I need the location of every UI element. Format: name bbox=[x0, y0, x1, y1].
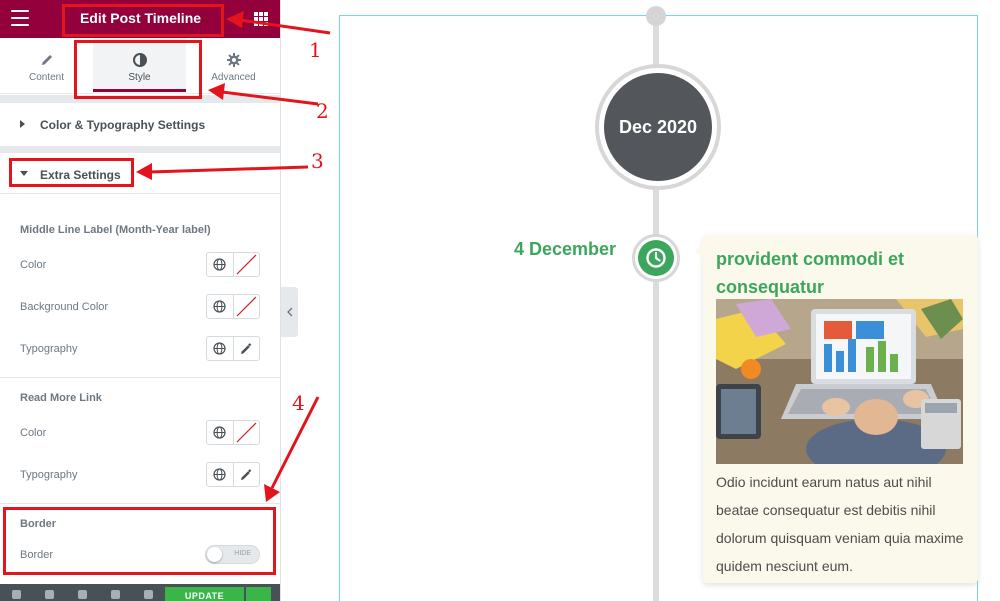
middle-line-color-label: Color bbox=[20, 259, 47, 271]
read-more-typography-control bbox=[206, 462, 260, 487]
global-colors-icon[interactable] bbox=[207, 421, 233, 444]
middle-line-typography-control bbox=[206, 336, 260, 361]
timeline-node bbox=[632, 234, 680, 282]
read-more-color-control bbox=[206, 420, 260, 445]
settings-icon[interactable] bbox=[12, 590, 21, 599]
edit-pencil-icon[interactable] bbox=[232, 337, 259, 360]
annotation-box-3 bbox=[9, 158, 134, 187]
post-card: provident commodi et consequatur Odio in… bbox=[695, 235, 978, 583]
divider bbox=[0, 193, 280, 194]
pencil-icon bbox=[41, 55, 52, 65]
global-fonts-icon[interactable] bbox=[207, 463, 233, 486]
tab-content-label: Content bbox=[28, 72, 65, 83]
divider bbox=[0, 503, 280, 504]
preview-eye-icon[interactable] bbox=[144, 590, 153, 599]
read-more-heading: Read More Link bbox=[20, 392, 102, 404]
edit-pencil-icon[interactable] bbox=[232, 463, 259, 486]
annotation-box-2 bbox=[74, 40, 202, 99]
annotation-number-3: 3 bbox=[311, 149, 324, 173]
middle-line-label-heading: Middle Line Label (Month-Year label) bbox=[20, 224, 211, 236]
panel-footer: UPDATE bbox=[0, 584, 280, 601]
clock-icon bbox=[638, 240, 674, 276]
month-year-text: Dec 2020 bbox=[604, 73, 712, 181]
color-picker-empty-swatch[interactable] bbox=[232, 253, 259, 276]
tab-advanced-label: Advanced bbox=[211, 72, 256, 83]
middle-line-typography-label: Typography bbox=[20, 343, 78, 355]
save-options-button[interactable] bbox=[246, 587, 271, 601]
read-more-typography-label: Typography bbox=[20, 469, 78, 481]
global-fonts-icon[interactable] bbox=[207, 337, 233, 360]
caret-right-icon bbox=[20, 120, 25, 128]
update-button[interactable]: UPDATE bbox=[165, 587, 244, 601]
collapse-panel-button[interactable] bbox=[281, 287, 298, 337]
global-colors-icon[interactable] bbox=[207, 295, 233, 318]
post-date-label: 4 December bbox=[514, 239, 617, 259]
chevron-left-icon bbox=[286, 307, 292, 317]
month-year-label: Dec 2020 bbox=[595, 64, 721, 190]
section-color-typography-label: Color & Typography Settings bbox=[40, 118, 206, 132]
navigator-icon[interactable] bbox=[45, 590, 54, 599]
gear-icon bbox=[226, 53, 241, 67]
widgets-grid-icon[interactable] bbox=[254, 12, 268, 26]
global-colors-icon[interactable] bbox=[207, 253, 233, 276]
color-picker-empty-swatch[interactable] bbox=[232, 295, 259, 318]
history-icon[interactable] bbox=[78, 590, 87, 599]
color-picker-empty-swatch[interactable] bbox=[232, 421, 259, 444]
read-more-color-label: Color bbox=[20, 427, 47, 439]
section-color-typography[interactable]: Color & Typography Settings bbox=[0, 103, 280, 146]
annotation-box-4 bbox=[3, 507, 276, 575]
middle-line-bg-color-label: Background Color bbox=[20, 301, 109, 313]
post-title-link[interactable]: provident commodi et consequatur bbox=[716, 245, 966, 301]
post-featured-image[interactable] bbox=[716, 299, 963, 464]
annotation-box-1 bbox=[62, 4, 224, 37]
annotation-number-4: 4 bbox=[292, 391, 305, 415]
middle-line-color-control bbox=[206, 252, 260, 277]
responsive-icon[interactable] bbox=[111, 590, 120, 599]
middle-line-bg-color-control bbox=[206, 294, 260, 319]
divider bbox=[0, 377, 280, 378]
post-excerpt: Odio incidunt earum natus aut nihil beat… bbox=[716, 474, 964, 574]
annotation-number-2: 2 bbox=[316, 99, 329, 123]
annotation-number-1: 1 bbox=[309, 38, 322, 62]
timeline-start-dot bbox=[646, 6, 666, 26]
